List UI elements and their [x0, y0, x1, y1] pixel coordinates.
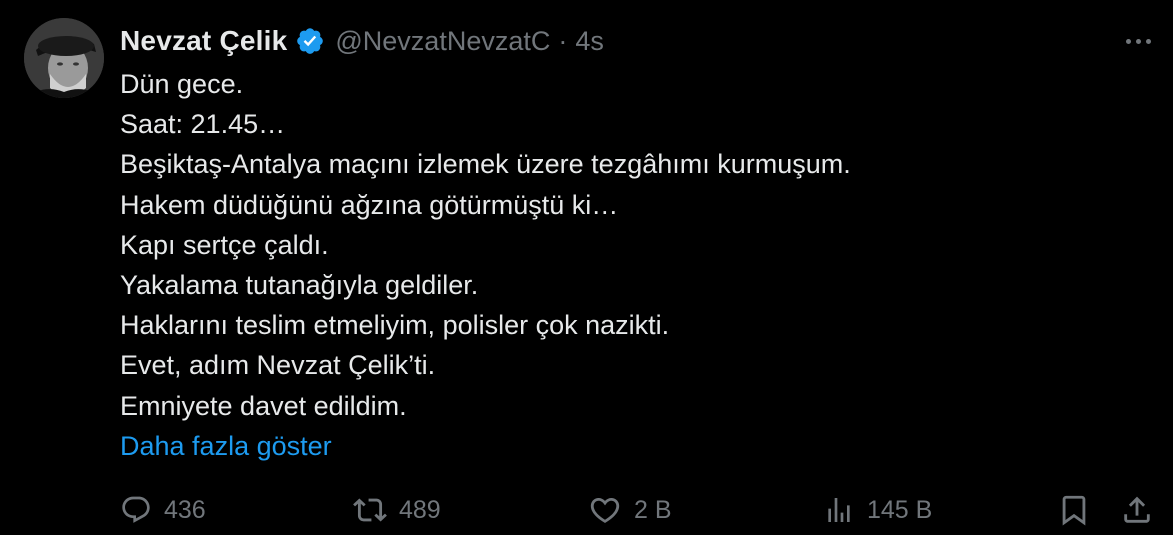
repost-icon: [353, 498, 387, 522]
reply-count: 436: [164, 495, 206, 524]
tweet-line: Emniyete davet edildim.: [120, 390, 407, 421]
like-count: 2 B: [634, 495, 672, 524]
verified-badge-icon[interactable]: [295, 26, 325, 56]
tweet-line: Saat: 21.45…: [120, 109, 286, 140]
tweet-header: Nevzat Çelik @NevzatNevzatC · 4s: [120, 22, 604, 60]
tweet-line: Hakem düdüğünü ağzına götürmüştü ki…: [120, 189, 619, 220]
user-handle[interactable]: @NevzatNevzatC: [335, 26, 550, 57]
tweet-line: Kapı sertçe çaldı.: [120, 229, 329, 260]
separator-dot: ·: [558, 25, 568, 56]
share-button[interactable]: [1120, 486, 1154, 534]
bookmark-button[interactable]: [1057, 486, 1091, 534]
views-chart-icon: [828, 498, 850, 522]
reply-icon: [122, 496, 150, 523]
views-button[interactable]: 145 B: [823, 486, 932, 534]
views-count: 145 B: [867, 495, 933, 524]
repost-count: 489: [399, 495, 441, 524]
tweet-line: Beşiktaş-Antalya maçını izlemek üzere te…: [120, 149, 851, 180]
tweet-line: Yakalama tutanağıyla geldiler.: [120, 270, 479, 301]
tweet[interactable]: Nevzat Çelik @NevzatNevzatC · 4s Dün gec…: [0, 0, 1173, 535]
tweet-line: Haklarını teslim etmeliyim, polisler çok…: [120, 310, 670, 341]
reply-button[interactable]: 436: [120, 486, 206, 534]
bookmark-icon: [1062, 495, 1086, 526]
like-button[interactable]: 2 B: [588, 486, 672, 534]
avatar-photo: [24, 18, 104, 98]
more-options-icon[interactable]: [1118, 28, 1158, 54]
timestamp[interactable]: 4s: [575, 26, 604, 57]
share-icon: [1124, 496, 1150, 523]
tweet-text: Dün gece. Saat: 21.45… Beşiktaş-Antalya …: [120, 64, 1140, 466]
display-name[interactable]: Nevzat Çelik: [120, 25, 287, 57]
repost-button[interactable]: 489: [353, 486, 441, 534]
tweet-line: Dün gece.: [120, 69, 244, 99]
show-more-link[interactable]: Daha fazla göster: [120, 426, 1140, 466]
tweet-line: Evet, adım Nevzat Çelik’ti.: [120, 350, 436, 381]
avatar[interactable]: [24, 18, 104, 98]
heart-icon: [590, 497, 620, 523]
action-bar: 436 489 2 B 145 B: [0, 486, 1173, 534]
